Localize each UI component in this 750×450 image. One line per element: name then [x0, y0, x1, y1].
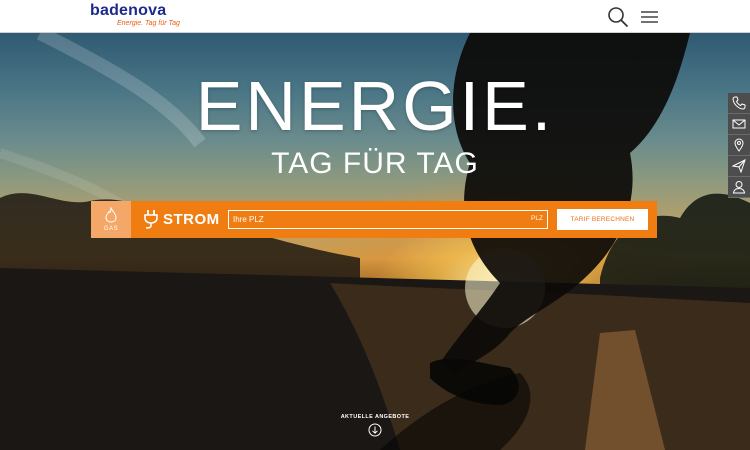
brand-logo[interactable]: badenova Energie. Tag für Tag — [90, 3, 180, 28]
plz-input[interactable] — [228, 210, 548, 229]
tab-strom-label: STROM — [163, 211, 220, 228]
arrow-down-circle-icon[interactable] — [368, 423, 382, 437]
logo-name: badenova — [90, 2, 167, 19]
send-icon — [732, 159, 746, 173]
flame-icon — [105, 207, 117, 223]
calculate-tariff-button[interactable]: TARIF BERECHNEN — [557, 209, 648, 230]
phone-icon — [732, 96, 746, 110]
search-icon[interactable] — [607, 6, 629, 28]
contact-sidebar — [728, 93, 750, 198]
location-pin-icon — [734, 138, 744, 152]
site-header: badenova Energie. Tag für Tag — [0, 0, 750, 33]
tariff-calculator: GAS STROM PLZ TARIF BERECHNEN — [91, 201, 657, 238]
hero-headline: ENERGIE. — [195, 67, 555, 145]
hero-banner: ENERGIE. TAG FÜR TAG GAS STROM PLZ TARIF… — [0, 33, 750, 450]
sidebar-item-send[interactable] — [728, 156, 750, 177]
hero-subline: TAG FÜR TAG — [271, 147, 479, 180]
tab-strom[interactable]: STROM — [135, 201, 225, 238]
tab-gas[interactable]: GAS — [91, 201, 131, 238]
sidebar-item-location[interactable] — [728, 135, 750, 156]
logo-tagline: Energie. Tag für Tag — [117, 20, 180, 27]
sidebar-item-user[interactable] — [728, 177, 750, 198]
tab-gas-label: GAS — [103, 226, 119, 232]
mail-icon — [732, 119, 746, 129]
sidebar-item-phone[interactable] — [728, 93, 750, 114]
sidebar-item-mail[interactable] — [728, 114, 750, 135]
plz-suffix-label: PLZ — [531, 215, 543, 222]
plug-icon — [144, 210, 158, 229]
current-offers: AKTUELLE ANGEBOTE — [0, 414, 750, 437]
user-icon — [732, 181, 746, 194]
hamburger-menu-icon[interactable] — [639, 6, 661, 28]
current-offers-label[interactable]: AKTUELLE ANGEBOTE — [0, 414, 750, 420]
